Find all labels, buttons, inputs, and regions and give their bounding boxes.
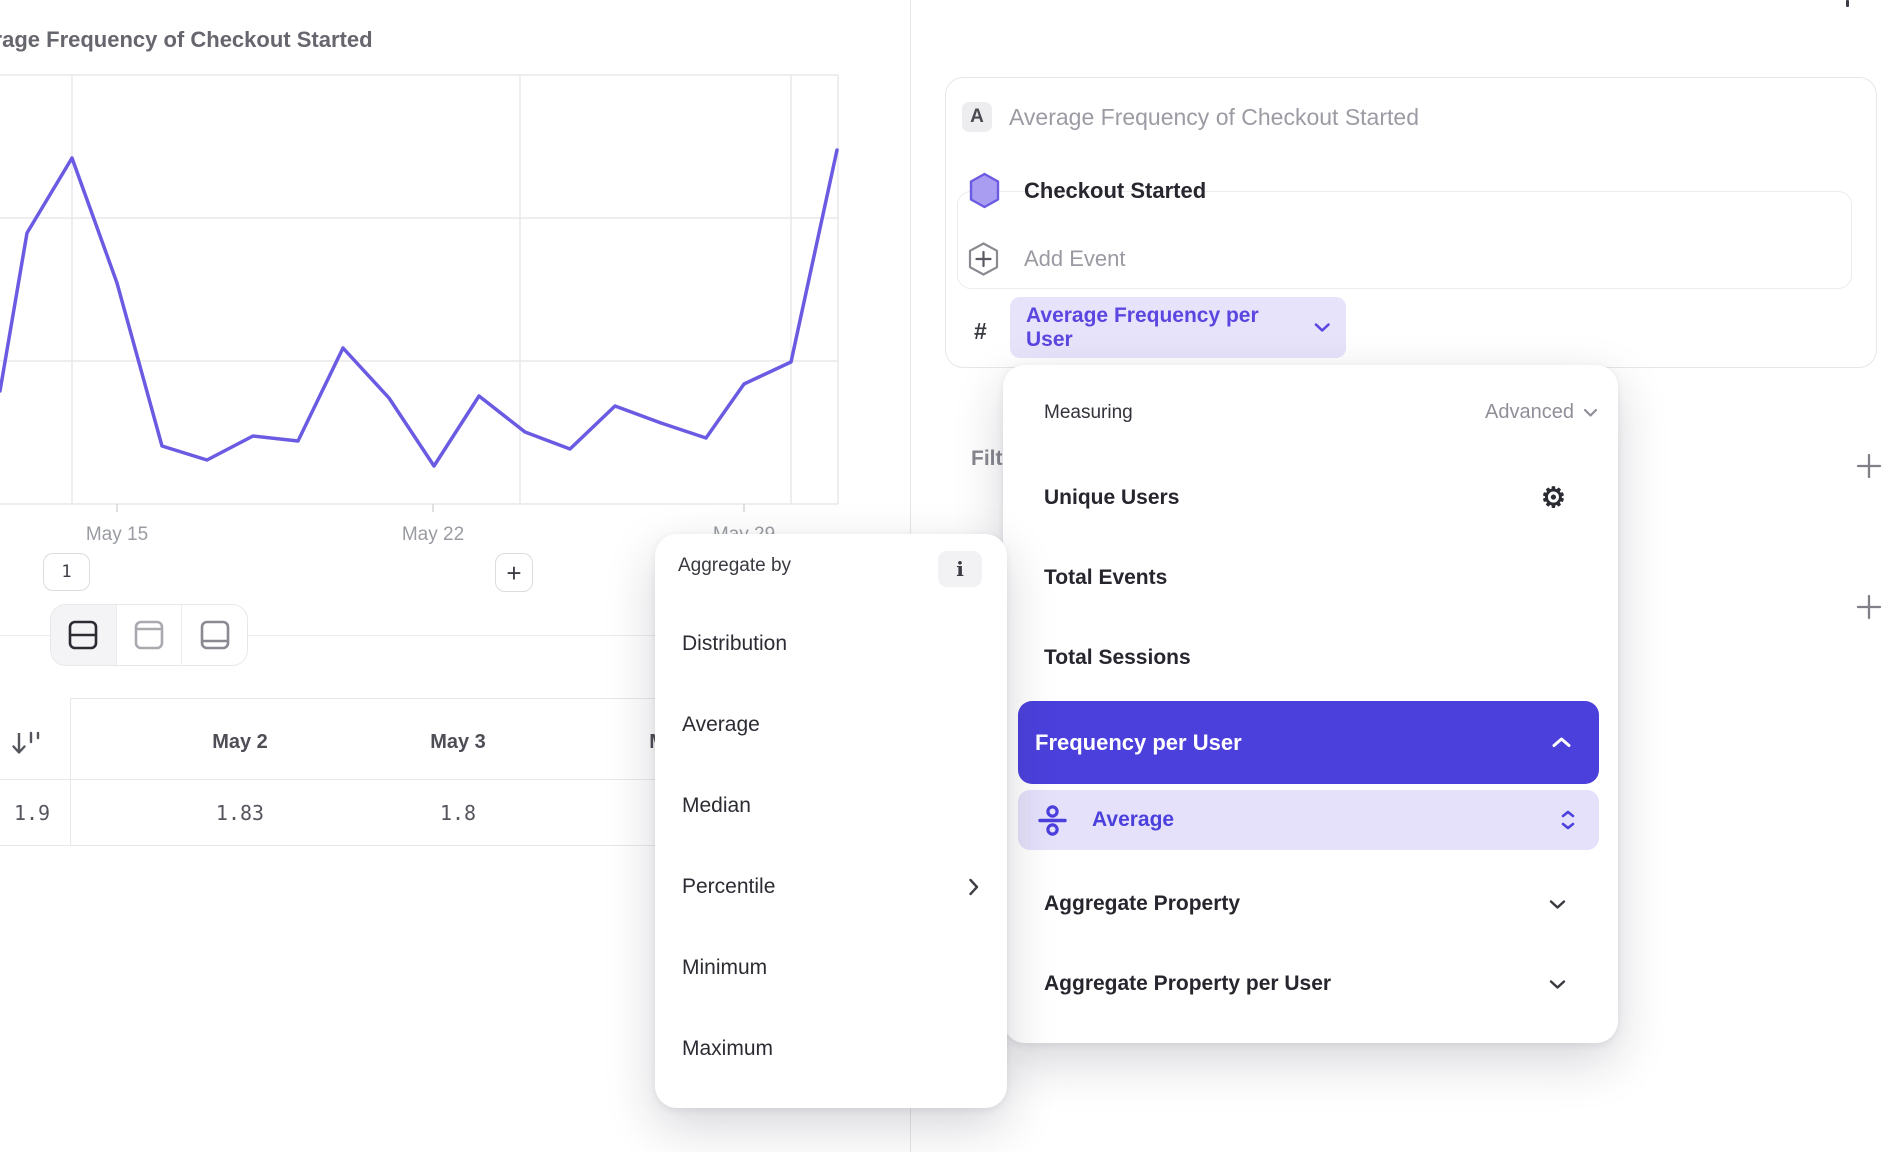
sort-rows-icon[interactable]: [11, 730, 41, 758]
measuring-option-aggregate-property[interactable]: Aggregate Property: [1003, 864, 1618, 944]
measuring-option-unique-users[interactable]: Unique Users ⚙: [1003, 458, 1618, 538]
table-header-cell[interactable]: May 3: [430, 731, 486, 754]
event-card: [957, 191, 1852, 289]
measure-dropdown-button[interactable]: Average Frequency per User: [1010, 297, 1346, 358]
add-filter-icon[interactable]: [1856, 453, 1882, 479]
layout-table-only-button[interactable]: [181, 605, 247, 665]
insights-report-page: Average Frequency of Checkout Started Ma…: [0, 0, 1898, 1152]
add-event-button[interactable]: Add Event: [1024, 246, 1126, 272]
select-updown-icon: [1561, 810, 1575, 830]
layout-chart-only-button[interactable]: [116, 605, 182, 665]
table-column-border: [70, 698, 71, 845]
add-metric-icon[interactable]: [1846, 0, 1849, 7]
x-axis-label: May 15: [86, 524, 148, 545]
add-breakdown-icon[interactable]: [1856, 594, 1882, 620]
aggregate-option-label: Average: [682, 713, 760, 737]
aggregate-property-list: Aggregate Property Aggregate Property per…: [1003, 864, 1618, 1024]
chevron-down-icon: [1583, 408, 1598, 418]
add-event-icon[interactable]: [966, 241, 1001, 277]
aggregate-options-list: Distribution Average Median Percentile Minim…: [655, 603, 1007, 1089]
measuring-option-frequency-per-user[interactable]: Frequency per User: [1018, 701, 1599, 784]
aggregate-option-label: Maximum: [682, 1037, 773, 1061]
measuring-options-list: Unique Users ⚙ Total Events Total Sessions: [1003, 458, 1618, 698]
table-value-cell: 1.83: [216, 801, 264, 825]
aggregate-option-maximum[interactable]: Maximum: [655, 1008, 1007, 1089]
measure-dropdown-label: Average Frequency per User: [1026, 304, 1302, 352]
average-divide-icon: [1038, 805, 1067, 836]
table-value-cell: 1.9: [14, 801, 50, 825]
chevron-down-icon: [1549, 899, 1566, 910]
measuring-option-label: Aggregate Property per User: [1044, 972, 1331, 996]
table-only-icon: [195, 615, 235, 655]
aggregate-option-percentile[interactable]: Percentile: [655, 846, 1007, 927]
measuring-option-label: Total Sessions: [1044, 646, 1191, 670]
measuring-option-label: Total Events: [1044, 566, 1167, 590]
metric-section-title: Metric: [956, 0, 1027, 6]
aggregate-by-header: Aggregate by: [678, 555, 791, 577]
x-axis-label: May 22: [402, 524, 464, 545]
frequency-aggregation-select[interactable]: Average: [1018, 790, 1599, 850]
gear-icon[interactable]: ⚙: [1541, 484, 1566, 512]
measuring-dropdown-panel: Measuring Advanced Unique Users ⚙ Total Ev…: [1003, 365, 1618, 1043]
info-icon[interactable]: i: [938, 551, 982, 587]
line-chart-canvas: May 15May 22May 29: [0, 60, 860, 560]
aggregate-option-label: Minimum: [682, 956, 767, 980]
measuring-option-label: Aggregate Property: [1044, 892, 1240, 916]
split-view-icon: [63, 615, 103, 655]
measuring-option-total-sessions[interactable]: Total Sessions: [1003, 618, 1618, 698]
layout-toggle-group: [50, 604, 248, 666]
chevron-down-icon: [1549, 979, 1566, 990]
event-name-button[interactable]: Checkout Started: [1024, 178, 1206, 204]
frequency-aggregation-value: Average: [1092, 808, 1536, 832]
aggregate-option-minimum[interactable]: Minimum: [655, 927, 1007, 1008]
chart-title: Average Frequency of Checkout Started: [0, 27, 373, 53]
table-header-cell[interactable]: May 2: [212, 731, 268, 754]
metric-letter-badge: A: [962, 102, 992, 132]
chevron-down-icon: [1314, 322, 1330, 333]
measuring-option-aggregate-property-per-user[interactable]: Aggregate Property per User: [1003, 944, 1618, 1024]
chevron-up-icon: [1552, 737, 1571, 748]
series-badge-button[interactable]: 1: [43, 553, 90, 591]
selected-option-label: Frequency per User: [1035, 730, 1242, 756]
event-hexagon-icon: [968, 172, 1001, 209]
frequency-chart: May 15May 22May 29: [0, 60, 860, 560]
advanced-toggle[interactable]: Advanced: [1485, 401, 1598, 424]
advanced-label: Advanced: [1485, 401, 1574, 424]
measuring-header: Measuring: [1044, 402, 1133, 424]
table-value-cell: 1.8: [440, 801, 476, 825]
aggregate-option-average[interactable]: Average: [655, 684, 1007, 765]
layout-split-button[interactable]: [51, 605, 116, 665]
aggregate-option-distribution[interactable]: Distribution: [655, 603, 1007, 684]
aggregate-option-label: Percentile: [682, 875, 775, 899]
chevron-right-icon: [968, 878, 979, 896]
add-annotation-button[interactable]: +: [495, 553, 533, 592]
aggregate-option-label: Distribution: [682, 632, 787, 656]
aggregate-option-median[interactable]: Median: [655, 765, 1007, 846]
metric-name-input[interactable]: Average Frequency of Checkout Started: [1009, 104, 1419, 131]
measuring-option-total-events[interactable]: Total Events: [1003, 538, 1618, 618]
measure-type-prefix: #: [974, 318, 987, 345]
measuring-option-label: Unique Users: [1044, 486, 1179, 510]
aggregate-option-label: Median: [682, 794, 751, 818]
chart-only-icon: [129, 615, 169, 655]
aggregate-by-dropdown-panel: Aggregate by i Distribution Average Median…: [655, 534, 1007, 1108]
